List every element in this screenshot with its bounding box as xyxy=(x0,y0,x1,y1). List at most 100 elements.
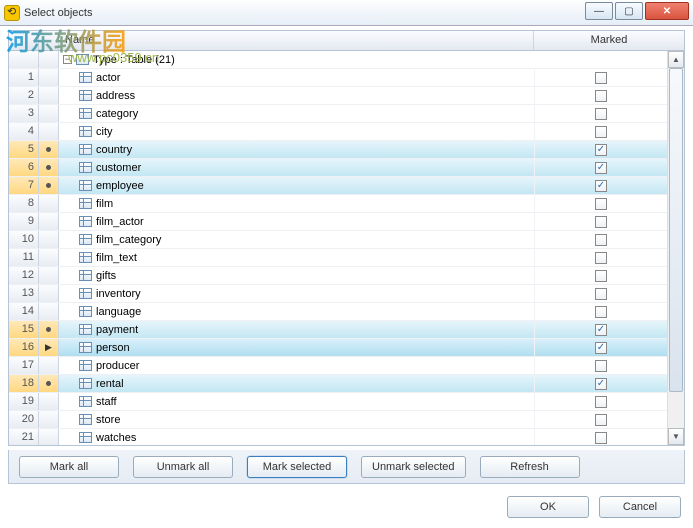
table-row[interactable]: 21watches xyxy=(9,429,667,445)
row-marked-cell[interactable] xyxy=(535,285,667,302)
row-name-cell[interactable]: film xyxy=(59,195,535,212)
marked-checkbox[interactable] xyxy=(595,234,607,246)
cancel-button[interactable]: Cancel xyxy=(599,496,681,518)
marked-checkbox[interactable] xyxy=(595,216,607,228)
row-marked-cell[interactable] xyxy=(535,195,667,212)
row-marked-cell[interactable]: ✓ xyxy=(535,339,667,356)
row-marked-cell[interactable] xyxy=(535,267,667,284)
header-rownum[interactable] xyxy=(9,31,39,50)
row-name-cell[interactable]: employee xyxy=(59,177,535,194)
row-marked-cell[interactable]: ✓ xyxy=(535,141,667,158)
row-name-cell[interactable]: producer xyxy=(59,357,535,374)
marked-checkbox[interactable]: ✓ xyxy=(595,324,607,336)
header-name[interactable]: Name xyxy=(59,31,534,50)
table-row[interactable]: 20store xyxy=(9,411,667,429)
row-name-cell[interactable]: payment xyxy=(59,321,535,338)
marked-checkbox[interactable] xyxy=(595,198,607,210)
table-row[interactable]: 14language xyxy=(9,303,667,321)
table-row[interactable]: 15payment✓ xyxy=(9,321,667,339)
table-row[interactable]: 9film_actor xyxy=(9,213,667,231)
maximize-button[interactable]: ▢ xyxy=(615,2,643,20)
collapse-icon[interactable]: − xyxy=(63,55,72,64)
marked-checkbox[interactable] xyxy=(595,72,607,84)
table-row[interactable]: 4city xyxy=(9,123,667,141)
table-row[interactable]: 16▶person✓ xyxy=(9,339,667,357)
row-marked-cell[interactable] xyxy=(535,213,667,230)
unmark-selected-button[interactable]: Unmark selected xyxy=(361,456,466,478)
unmark-all-button[interactable]: Unmark all xyxy=(133,456,233,478)
marked-checkbox[interactable] xyxy=(595,396,607,408)
row-name-cell[interactable]: address xyxy=(59,87,535,104)
table-row[interactable]: 10film_category xyxy=(9,231,667,249)
row-marked-cell[interactable] xyxy=(535,411,667,428)
close-button[interactable]: ✕ xyxy=(645,2,689,20)
row-marked-cell[interactable] xyxy=(535,105,667,122)
row-name-cell[interactable]: language xyxy=(59,303,535,320)
row-name-cell[interactable]: store xyxy=(59,411,535,428)
marked-checkbox[interactable]: ✓ xyxy=(595,342,607,354)
row-name-cell[interactable]: customer xyxy=(59,159,535,176)
row-marked-cell[interactable] xyxy=(535,249,667,266)
table-row[interactable]: 18rental✓ xyxy=(9,375,667,393)
row-name-cell[interactable]: city xyxy=(59,123,535,140)
row-name-cell[interactable]: watches xyxy=(59,429,535,445)
marked-checkbox[interactable] xyxy=(595,90,607,102)
row-marked-cell[interactable] xyxy=(535,69,667,86)
mark-selected-button[interactable]: Mark selected xyxy=(247,456,347,478)
row-marked-cell[interactable] xyxy=(535,87,667,104)
scroll-down-button[interactable]: ▼ xyxy=(668,428,684,445)
row-marked-cell[interactable]: ✓ xyxy=(535,177,667,194)
header-indicator[interactable] xyxy=(39,31,59,50)
table-row[interactable]: 13inventory xyxy=(9,285,667,303)
table-row[interactable]: 19staff xyxy=(9,393,667,411)
marked-checkbox[interactable] xyxy=(595,432,607,444)
ok-button[interactable]: OK xyxy=(507,496,589,518)
table-row[interactable]: 3category xyxy=(9,105,667,123)
marked-checkbox[interactable] xyxy=(595,288,607,300)
scroll-thumb[interactable] xyxy=(669,68,683,392)
table-row[interactable]: 1actor xyxy=(9,69,667,87)
row-name-cell[interactable]: film_text xyxy=(59,249,535,266)
marked-checkbox[interactable] xyxy=(595,306,607,318)
group-row[interactable]: − Type : Table (21) xyxy=(9,51,667,69)
minimize-button[interactable]: — xyxy=(585,2,613,20)
vertical-scrollbar[interactable]: ▲ ▼ xyxy=(667,51,684,445)
scroll-up-button[interactable]: ▲ xyxy=(668,51,684,68)
row-marked-cell[interactable] xyxy=(535,393,667,410)
row-name-cell[interactable]: staff xyxy=(59,393,535,410)
marked-checkbox[interactable] xyxy=(595,126,607,138)
marked-checkbox[interactable] xyxy=(595,270,607,282)
row-marked-cell[interactable] xyxy=(535,429,667,445)
row-name-cell[interactable]: inventory xyxy=(59,285,535,302)
marked-checkbox[interactable] xyxy=(595,414,607,426)
row-marked-cell[interactable]: ✓ xyxy=(535,159,667,176)
table-row[interactable]: 5country✓ xyxy=(9,141,667,159)
row-name-cell[interactable]: person xyxy=(59,339,535,356)
row-marked-cell[interactable]: ✓ xyxy=(535,321,667,338)
marked-checkbox[interactable]: ✓ xyxy=(595,180,607,192)
table-row[interactable]: 6customer✓ xyxy=(9,159,667,177)
refresh-button[interactable]: Refresh xyxy=(480,456,580,478)
marked-checkbox[interactable] xyxy=(595,108,607,120)
row-marked-cell[interactable] xyxy=(535,231,667,248)
marked-checkbox[interactable]: ✓ xyxy=(595,144,607,156)
row-name-cell[interactable]: category xyxy=(59,105,535,122)
scroll-track[interactable] xyxy=(668,68,684,428)
table-row[interactable]: 7employee✓ xyxy=(9,177,667,195)
marked-checkbox[interactable]: ✓ xyxy=(595,378,607,390)
row-marked-cell[interactable] xyxy=(535,303,667,320)
row-name-cell[interactable]: film_category xyxy=(59,231,535,248)
table-row[interactable]: 2address xyxy=(9,87,667,105)
table-row[interactable]: 12gifts xyxy=(9,267,667,285)
table-row[interactable]: 8film xyxy=(9,195,667,213)
header-marked[interactable]: Marked xyxy=(534,31,684,50)
row-marked-cell[interactable]: ✓ xyxy=(535,375,667,392)
marked-checkbox[interactable]: ✓ xyxy=(595,162,607,174)
row-name-cell[interactable]: gifts xyxy=(59,267,535,284)
mark-all-button[interactable]: Mark all xyxy=(19,456,119,478)
marked-checkbox[interactable] xyxy=(595,360,607,372)
row-marked-cell[interactable] xyxy=(535,123,667,140)
row-name-cell[interactable]: film_actor xyxy=(59,213,535,230)
marked-checkbox[interactable] xyxy=(595,252,607,264)
row-name-cell[interactable]: country xyxy=(59,141,535,158)
